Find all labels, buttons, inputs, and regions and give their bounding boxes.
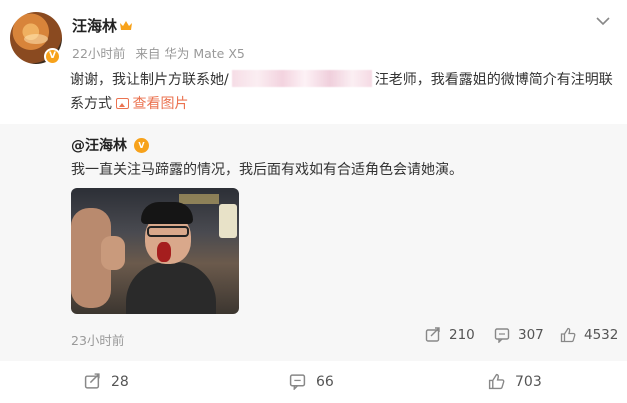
member-crown-icon [120,21,132,30]
quoted-repost-count: 210 [449,327,475,343]
photo-body [126,262,216,314]
photo-hat [141,202,193,224]
quoted-repost-button[interactable]: 210 [425,327,475,343]
view-picture-link[interactable]: 查看图片 [116,96,188,112]
comment-button[interactable]: 66 [289,373,334,391]
blurred-redaction [231,70,372,87]
photo-blood [157,242,171,262]
quoted-time[interactable]: 23小时前 [71,330,124,349]
post-text-part1: 谢谢，我让制片方联系她/ [70,72,229,88]
quoted-comment-button[interactable]: 307 [494,327,544,344]
photo-hand [101,236,125,270]
picture-icon [116,98,130,109]
post-meta: 22小时前 来自 华为 Mate X5 [72,43,251,62]
quoted-text: 我一直关注马蹄露的情况，我后面有戏如有合适角色会请她演。 [71,162,463,178]
chevron-down-icon[interactable] [596,16,610,26]
post-text: 谢谢，我让制片方联系她/汪老师，我看露姐的微博简介有注明联系方式 查看图片 [70,68,615,116]
action-bar: 28 66 703 [0,361,627,403]
photo-background-lights [179,194,219,204]
quoted-like-button[interactable]: 4532 [560,327,618,343]
thumbs-up-icon [488,373,505,390]
like-button[interactable]: 703 [488,373,542,390]
comment-icon [289,374,306,391]
reposted-content[interactable]: @汪海林 V 我一直关注马蹄露的情况，我后面有戏如有合适角色会请她演。 23小时… [0,124,627,361]
thumbs-up-icon [560,327,576,343]
repost-icon [425,327,440,342]
repost-count: 28 [111,374,129,390]
post-source: 来自 华为 Mate X5 [135,46,245,61]
view-picture-label: 查看图片 [132,96,189,112]
comment-count: 66 [316,374,334,390]
repost-icon [84,373,100,389]
quoted-comment-count: 307 [518,327,544,343]
verified-badge-icon: V [44,48,61,65]
repost-button[interactable]: 28 [84,373,129,390]
quoted-author-name[interactable]: @汪海林 [71,135,127,155]
post-time[interactable]: 22小时前 [72,46,125,61]
quoted-photo[interactable] [71,188,239,314]
author-name[interactable]: 汪海林 [72,15,117,36]
post-header: V 汪海林 22小时前 来自 华为 Mate X5 [0,0,627,70]
photo-glasses [147,226,189,237]
like-count: 703 [515,374,542,390]
quoted-verified-badge-icon: V [134,138,149,153]
photo-sign [219,204,237,238]
quoted-like-count: 4532 [584,327,619,343]
comment-icon [494,328,510,344]
